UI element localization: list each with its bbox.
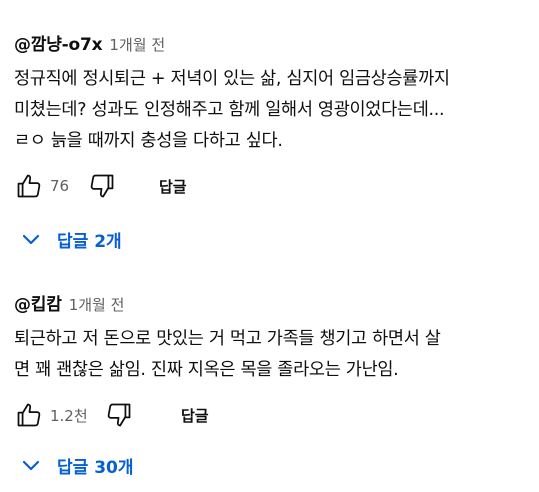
comment-time[interactable]: 1개월 전	[109, 34, 165, 55]
like-count: 76	[50, 177, 70, 195]
view-replies-button[interactable]: 답글 30개	[14, 448, 134, 482]
chevron-down-icon	[21, 229, 41, 249]
comment-text: 정규직에 정시퇴근 + 저녁이 있는 삶, 심지어 임금상승률까지 미쳤는데? …	[14, 69, 450, 151]
reply-button[interactable]: 답글	[181, 405, 209, 426]
comment-header: @킵캄 1개월 전	[14, 290, 529, 320]
like-button[interactable]	[14, 171, 44, 201]
comment-actions: 1.2천 답글	[14, 398, 529, 432]
replies-count-label: 답글 30개	[57, 457, 134, 478]
chevron-down-icon	[21, 455, 41, 475]
view-replies-button[interactable]: 답글 2개	[14, 222, 122, 256]
comment: @킵캄 1개월 전 퇴근하고 저 돈으로 맛있는 거 먹고 가족들 챙기고 하면…	[14, 290, 529, 478]
comment-header: @깜냥-o7x 1개월 전	[14, 30, 529, 60]
thumbs-down-outline-icon	[107, 403, 131, 427]
comment: @깜냥-o7x 1개월 전 정규직에 정시퇴근 + 저녁이 있는 삶, 심지어 …	[14, 30, 529, 252]
comment-author[interactable]: @킵캄	[14, 290, 62, 315]
comment-time[interactable]: 1개월 전	[69, 294, 125, 315]
comment-author[interactable]: @깜냥-o7x	[14, 30, 103, 55]
like-button[interactable]	[14, 400, 44, 430]
replies-count-label: 답글 2개	[57, 231, 122, 252]
like-count: 1.2천	[50, 406, 88, 425]
dislike-button[interactable]	[87, 171, 117, 201]
thumbs-up-outline-icon	[17, 174, 41, 198]
dislike-button[interactable]	[104, 400, 134, 430]
reply-button[interactable]: 답글	[159, 176, 187, 197]
comment-text: 퇴근하고 저 돈으로 맛있는 거 먹고 가족들 챙기고 하면서 살 면 꽤 괜찮…	[14, 329, 441, 380]
comment-actions: 76 답글	[14, 169, 529, 203]
thumbs-down-outline-icon	[90, 174, 114, 198]
thumbs-up-outline-icon	[17, 403, 41, 427]
